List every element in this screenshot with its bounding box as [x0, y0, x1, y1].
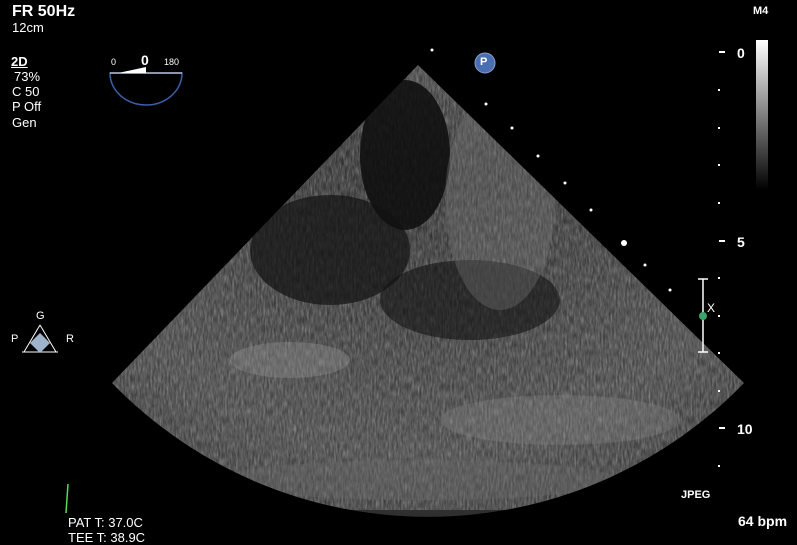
compression-label: C 50	[12, 84, 40, 99]
grayscale-bar	[756, 40, 768, 190]
frame-rate-label: FR 50Hz	[12, 3, 76, 20]
orientation-top-label: G	[36, 310, 45, 322]
gain-label: 73%	[14, 69, 41, 84]
power-label: P Off	[12, 99, 42, 114]
depth-mark-10: 10	[737, 421, 753, 437]
depth-label: 12cm	[12, 20, 44, 35]
ultrasound-viewport	[22, 40, 768, 517]
image-sector	[112, 48, 744, 517]
angle-value: 0	[141, 52, 149, 68]
focus-dot	[699, 312, 707, 320]
heart-rate-label: 64 bpm	[738, 513, 788, 529]
probe-marker-label: P	[480, 56, 488, 68]
orientation-left-label: P	[11, 333, 19, 345]
preset-label: M4	[753, 5, 769, 17]
angle-max-label: 180	[164, 57, 180, 67]
tee-temp-label: TEE T: 38.9C	[68, 530, 146, 545]
format-label: JPEG	[681, 489, 711, 501]
angle-indicator	[109, 67, 183, 106]
focus-marker-label: X	[707, 301, 716, 315]
depth-mark-0: 0	[737, 45, 745, 61]
angle-min-label: 0	[111, 57, 117, 67]
profile-label: Gen	[12, 115, 37, 130]
depth-mark-5: 5	[737, 234, 745, 250]
mode-label: 2D	[11, 54, 28, 69]
orientation-right-label: R	[66, 333, 74, 345]
patient-temp-label: PAT T: 37.0C	[68, 515, 143, 530]
ecg-trace	[65, 483, 69, 514]
orientation-icon	[22, 324, 58, 353]
